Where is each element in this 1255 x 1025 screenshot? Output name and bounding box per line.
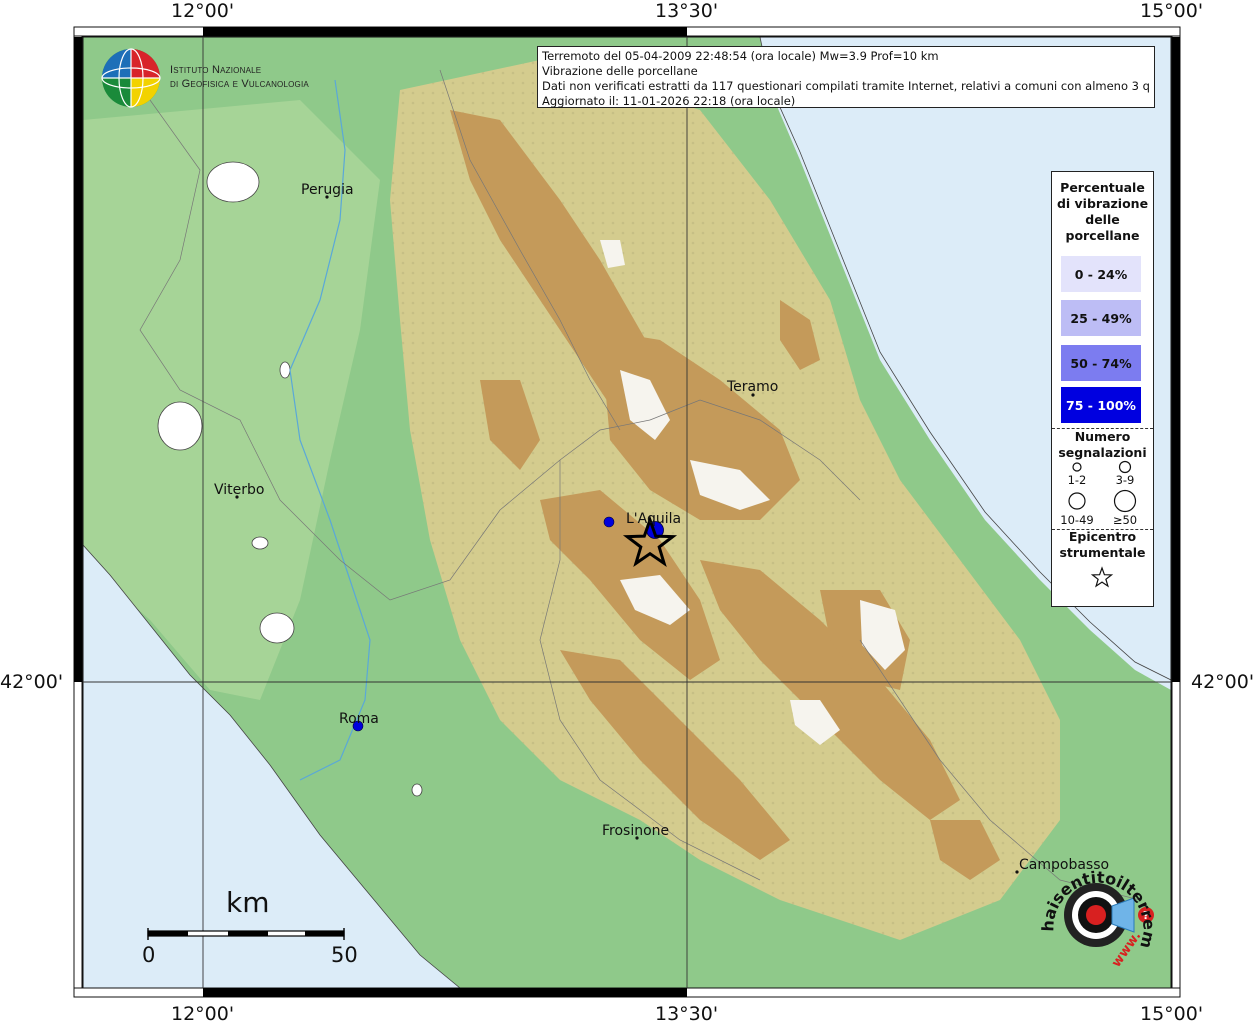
legend-count-10-49: 10-49	[1060, 513, 1094, 527]
legend-count-1-2: 1-2	[1067, 473, 1087, 487]
city-label-teramo: Teramo	[727, 379, 779, 395]
event-parameter: Vibrazione delle porcellane	[542, 64, 698, 78]
event-data-note: Dati non verificati estratti da 117 ques…	[542, 79, 1150, 93]
legend-swatch-1: 25 - 49%	[1061, 300, 1141, 336]
top-frame-black	[203, 27, 687, 36]
ingv-line2: di Geofisica e Vulcanologia	[170, 78, 309, 90]
city-label-laquila: L'Aquila	[626, 511, 682, 527]
legend-count-title-1: Numero	[1074, 429, 1131, 444]
city-label-frosinone: Frosinone	[602, 823, 670, 839]
legend-swatch-label: 75 - 100%	[1066, 397, 1136, 413]
legend-count-50: ≥50	[1112, 513, 1138, 527]
legend-swatch-label: 0 - 24%	[1074, 266, 1128, 282]
left-frame-black	[74, 37, 82, 682]
right-frame-black	[1172, 37, 1180, 682]
legend-swatch-2: 50 - 74%	[1061, 345, 1141, 381]
ingv-globe-icon	[101, 48, 161, 108]
legend-title-4: porcellane	[1065, 228, 1140, 243]
scale-unit: km	[226, 886, 270, 919]
legend-swatch-label: 25 - 49%	[1070, 310, 1132, 326]
legend-count-3-9: 3-9	[1115, 473, 1135, 487]
intensity-point[interactable]	[603, 516, 615, 528]
bottom-frame-black	[203, 988, 687, 997]
event-info-box: Terremoto del 05-04-2009 22:48:54 (ora l…	[537, 46, 1155, 108]
city-label-perugia: Perugia	[301, 182, 354, 198]
city-label-roma: Roma	[339, 711, 379, 727]
legend-swatch-0: 0 - 24%	[1061, 256, 1141, 292]
lake-corbara	[279, 361, 291, 379]
lake-albano	[411, 783, 423, 797]
legend-title-1: Percentuale	[1060, 180, 1145, 195]
lake-trasimeno	[206, 161, 260, 203]
legend-star-icon	[1090, 566, 1114, 588]
legend: Percentuale di vibrazione delle porcella…	[1051, 171, 1154, 607]
lake-bolsena	[157, 401, 203, 451]
legend-title-3: delle	[1085, 212, 1120, 227]
legend-title-2: di vibrazione	[1056, 196, 1149, 211]
legend-size-symbols	[1068, 460, 1137, 513]
ingv-line1: Istituto Nazionale	[170, 64, 262, 76]
legend-swatch-label: 50 - 74%	[1070, 355, 1132, 371]
legend-epi-title-2: strumentale	[1059, 545, 1146, 560]
legend-swatch-3: 75 - 100%	[1061, 387, 1141, 423]
city-label-campobasso: Campobasso	[1019, 857, 1110, 873]
legend-epi-title-1: Epicentro	[1068, 529, 1137, 544]
scale-max: 50	[331, 943, 358, 967]
scale-min: 0	[142, 943, 156, 967]
ingv-institute-name: Istituto Nazionale di Geofisica e Vulcan…	[170, 63, 309, 91]
lake-bracciano	[259, 612, 295, 644]
event-updated: Aggiornato il: 11-01-2026 22:18 (ora loc…	[542, 94, 796, 108]
lake-vico	[251, 536, 269, 550]
city-label-viterbo: Viterbo	[214, 482, 265, 498]
event-title: Terremoto del 05-04-2009 22:48:54 (ora l…	[542, 49, 939, 63]
